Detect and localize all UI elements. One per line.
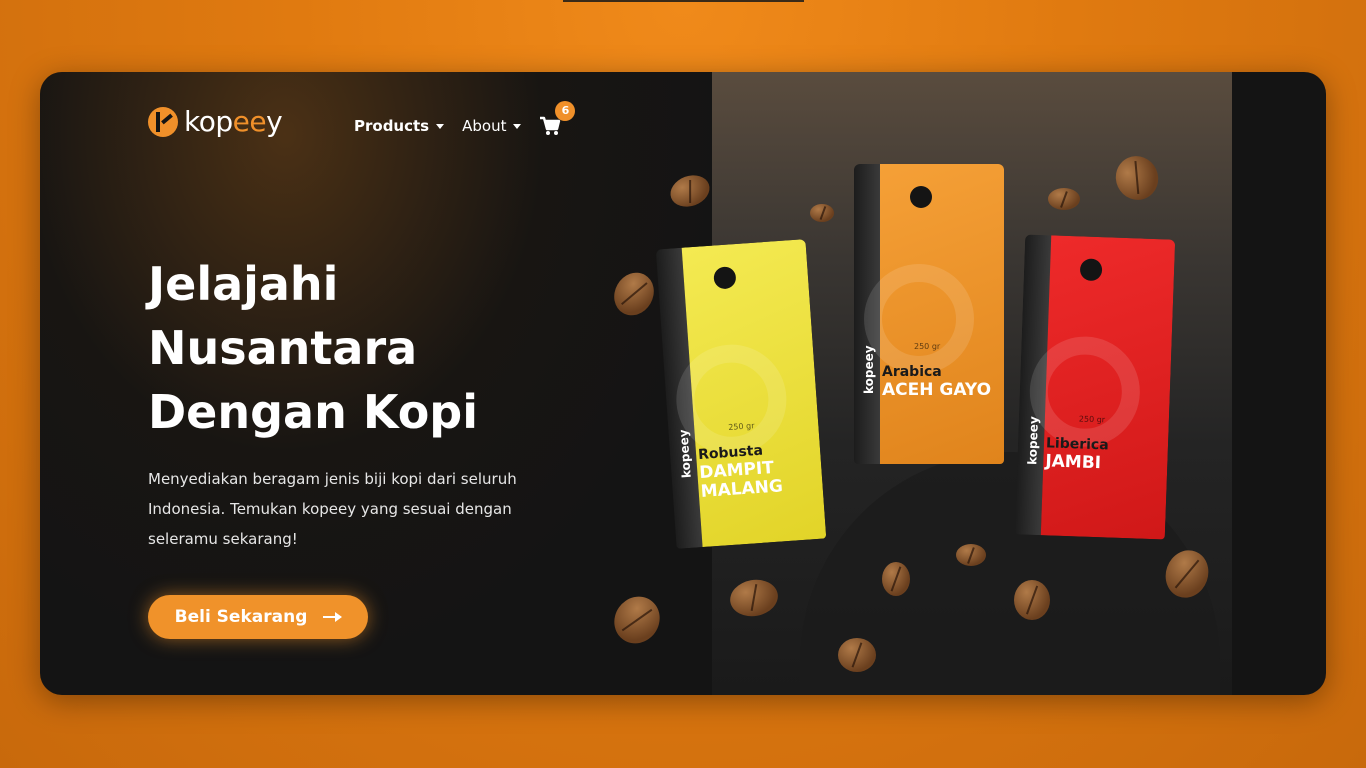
chevron-down-icon <box>513 123 522 129</box>
coffee-bean-image <box>838 638 876 672</box>
chevron-down-icon <box>436 123 445 129</box>
product-brand: kopeey <box>862 345 876 394</box>
top-edge-bar <box>563 0 804 2</box>
nav-about[interactable]: About <box>462 117 522 135</box>
cart-button[interactable]: 6 <box>539 101 576 136</box>
hero-card: kopeey Products About 6 Jelajahi Nusanta… <box>40 72 1326 695</box>
coffee-bean-image <box>810 204 834 222</box>
product-weight: 250 gr <box>1078 414 1106 425</box>
hero-title-line: Jelajahi <box>148 257 339 311</box>
nav-products[interactable]: Products <box>354 117 445 135</box>
coffee-bean-image <box>1014 580 1050 620</box>
hero-description: Menyediakan beragam jenis biji kopi dari… <box>148 470 517 548</box>
coffee-bean-image <box>956 544 986 566</box>
buy-now-label: Beli Sekarang <box>174 607 308 627</box>
buy-now-button[interactable]: Beli Sekarang <box>148 595 368 639</box>
product-bag-liberica[interactable]: 250 gr Liberica JAMBI kopeey <box>1014 234 1176 540</box>
brand-name: kopeey <box>184 105 283 138</box>
coffee-bean-image <box>882 562 910 596</box>
coffee-bean-image <box>1048 188 1080 210</box>
kopeey-logo-icon <box>910 186 932 208</box>
nav-about-label: About <box>462 117 507 135</box>
product-origin: JAMBI <box>1045 451 1102 474</box>
hero-title-line: Nusantara <box>148 321 418 375</box>
hero-title-line: Dengan Kopi <box>148 385 478 439</box>
product-origin: ACEH GAYO <box>882 380 992 400</box>
main-nav: Products About 6 <box>354 101 576 136</box>
product-weight: 250 gr <box>727 421 755 432</box>
product-bag-arabica[interactable]: 250 gr Arabica ACEH GAYO kopeey <box>854 164 1004 464</box>
product-weight: 250 gr <box>914 342 941 351</box>
nav-products-label: Products <box>354 117 430 135</box>
kopeey-logo-icon <box>148 106 178 137</box>
product-bag-robusta[interactable]: 250 gr Robusta DAMPIT MALANG kopeey <box>655 239 827 549</box>
product-brand: kopeey <box>1025 416 1041 466</box>
product-variety: Arabica <box>882 364 942 380</box>
hero-title: Jelajahi Nusantara Dengan Kopi <box>148 252 588 444</box>
brand-logo[interactable]: kopeey <box>148 105 283 138</box>
arrow-right-icon <box>323 612 343 622</box>
